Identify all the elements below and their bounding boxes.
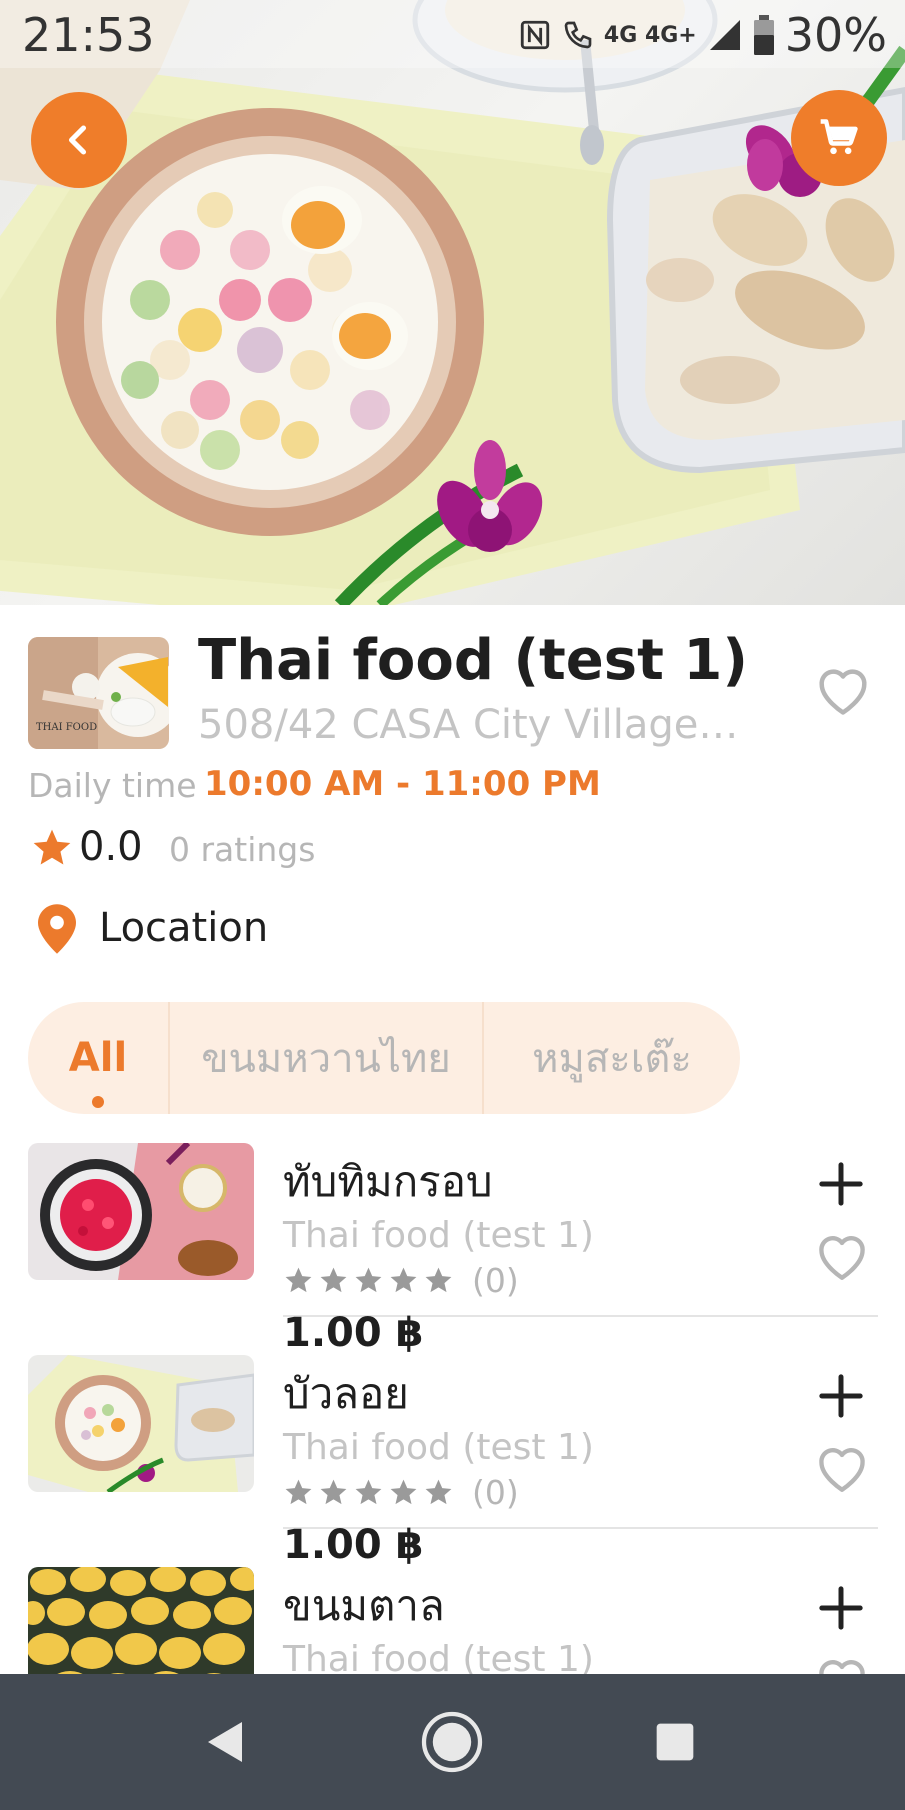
rating-count[interactable]: 0 ratings	[169, 830, 315, 869]
product-shop: Thai food (test 1)	[283, 1215, 594, 1256]
cart-button[interactable]	[791, 90, 887, 186]
shopping-cart-icon	[820, 119, 858, 155]
square-recents-icon	[656, 1723, 694, 1761]
favorite-heart-icon[interactable]	[813, 660, 873, 720]
tab-pork-satay[interactable]: หมูสะเต๊ะ	[484, 1002, 740, 1114]
daily-time-label: Daily time	[28, 766, 197, 805]
battery-icon	[753, 15, 774, 55]
product-image	[28, 1143, 254, 1280]
signal-icon	[709, 20, 740, 50]
status-bar: 21:53 4G 4G+ 30%	[0, 0, 905, 68]
list-item[interactable]: บัวลอย Thai food (test 1) (0) 1.00 ฿	[0, 1355, 905, 1568]
star-icon	[425, 1479, 452, 1504]
home-circle-icon	[421, 1711, 483, 1773]
hero-photo	[0, 0, 905, 605]
product-rating-count: (0)	[472, 1260, 519, 1300]
category-tabs: All ขนมหวานไทย หมูสะเต๊ะ	[28, 1002, 740, 1114]
tab-pork-satay-label: หมูสะเต๊ะ	[532, 1036, 692, 1082]
star-icon	[285, 1479, 312, 1504]
star-icon	[355, 1479, 382, 1504]
tab-thai-desserts[interactable]: ขนมหวานไทย	[170, 1002, 484, 1114]
nav-recents-button[interactable]	[615, 1674, 735, 1810]
status-time: 21:53	[22, 8, 155, 62]
logo-text: THAI FOOD	[36, 722, 98, 733]
hero-image: 21:53 4G 4G+ 30%	[0, 0, 905, 605]
chevron-left-icon	[68, 125, 87, 155]
back-button[interactable]	[31, 92, 127, 188]
network-type: 4G 4G+	[603, 22, 697, 48]
restaurant-address: 508/42 CASA City Village, ...	[198, 702, 746, 748]
nfc-icon	[520, 20, 550, 50]
tab-all-label: All	[68, 1035, 128, 1081]
nav-home-button[interactable]	[392, 1674, 512, 1810]
star-icon	[390, 1267, 417, 1292]
product-price: 1.00 ฿	[283, 1310, 424, 1356]
product-price: 1.00 ฿	[283, 1522, 424, 1568]
favorite-heart-icon[interactable]	[813, 1439, 871, 1497]
star-icon	[355, 1267, 382, 1292]
product-name: บัวลอย	[283, 1369, 409, 1418]
add-to-cart-icon[interactable]	[818, 1373, 864, 1419]
star-icon	[390, 1479, 417, 1504]
star-icon	[33, 829, 71, 865]
add-to-cart-icon[interactable]	[818, 1161, 864, 1207]
star-icon	[425, 1267, 452, 1292]
list-item[interactable]: ทับทิมกรอบ Thai food (test 1) (0) 1.00 ฿	[0, 1143, 905, 1356]
star-icon	[320, 1267, 347, 1292]
restaurant-logo: THAI FOOD	[28, 637, 169, 749]
product-rating: (0)	[283, 1260, 519, 1300]
product-image	[28, 1355, 254, 1492]
tab-all[interactable]: All	[28, 1002, 170, 1114]
star-icon	[320, 1479, 347, 1504]
triangle-back-icon	[208, 1722, 242, 1762]
product-rating: (0)	[283, 1472, 519, 1512]
product-rating-count: (0)	[472, 1472, 519, 1512]
phone-icon	[564, 21, 592, 49]
tab-active-indicator	[92, 1096, 104, 1108]
location-pin-icon[interactable]	[38, 904, 76, 954]
tab-thai-desserts-label: ขนมหวานไทย	[201, 1036, 451, 1082]
restaurant-name: Thai food (test 1)	[198, 628, 748, 693]
product-name: ทับทิมกรอบ	[283, 1157, 493, 1206]
daily-time-value: 10:00 AM - 11:00 PM	[204, 764, 601, 804]
star-icon	[285, 1267, 312, 1292]
battery-percent: 30%	[784, 8, 887, 62]
add-to-cart-icon[interactable]	[818, 1585, 864, 1631]
product-name: ขนมตาล	[283, 1581, 445, 1630]
system-nav-bar	[0, 1674, 905, 1810]
status-icons: 4G 4G+ 30%	[518, 8, 887, 62]
product-shop: Thai food (test 1)	[283, 1427, 594, 1468]
favorite-heart-icon[interactable]	[813, 1227, 871, 1285]
nav-back-button[interactable]	[166, 1674, 286, 1810]
rating-value: 0.0	[79, 824, 143, 870]
location-link[interactable]: Location	[99, 905, 268, 951]
